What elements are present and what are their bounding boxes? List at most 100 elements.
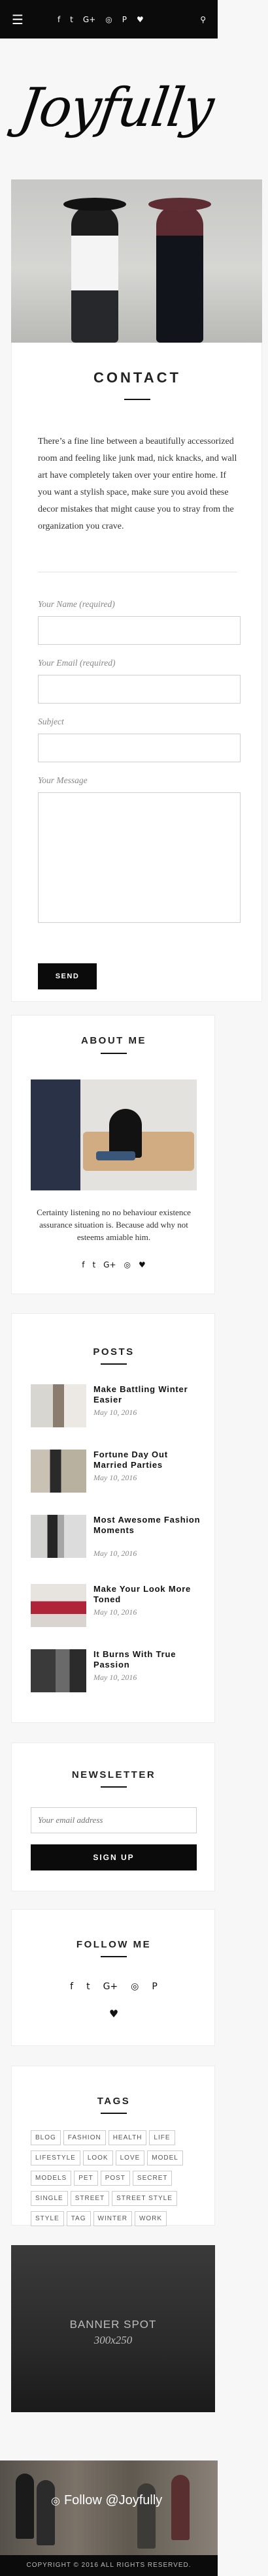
banner-ad[interactable]: BANNER SPOT 300x250 xyxy=(11,2245,215,2412)
tag[interactable]: LOVE xyxy=(115,2150,145,2165)
widget-title-underline xyxy=(101,1786,127,1788)
tags-widget: TAGS BLOG FASHION HEALTH LIFE LIFESTYLE … xyxy=(11,2066,215,2226)
tag[interactable]: PET xyxy=(74,2171,98,2186)
name-field[interactable] xyxy=(38,616,241,645)
hero-person-left xyxy=(71,206,118,343)
google-plus-icon[interactable]: G+ xyxy=(83,15,95,24)
tag[interactable]: STYLE xyxy=(31,2211,64,2226)
tag[interactable]: POST xyxy=(100,2171,130,2186)
instagram-icon[interactable]: ◎ xyxy=(105,15,112,24)
tag[interactable]: STREET xyxy=(70,2191,110,2206)
post-title[interactable]: It Burns With True Passion xyxy=(93,1649,205,1670)
message-textarea[interactable] xyxy=(38,792,241,923)
post-title[interactable]: Most Awesome Fashion Moments xyxy=(93,1515,205,1536)
post-date: May 10, 2016 xyxy=(93,1473,137,1482)
contact-intro-text: There’s a fine line between a beautifull… xyxy=(38,437,237,531)
newsletter-widget: NEWSLETTER SIGN UP xyxy=(11,1743,215,1891)
about-photo-person xyxy=(109,1109,142,1158)
pinterest-icon[interactable]: P xyxy=(152,1981,157,1992)
post-thumbnail[interactable] xyxy=(31,1649,86,1692)
widget-title: POSTS xyxy=(93,1346,135,1358)
tag[interactable]: LIFESTYLE xyxy=(31,2150,80,2165)
tag[interactable]: SECRET xyxy=(132,2171,173,2186)
subject-field[interactable] xyxy=(38,734,241,762)
bloglovin-heart-icon[interactable]: ♥ xyxy=(137,15,144,24)
site-logo[interactable]: Joyfully xyxy=(15,77,216,139)
instagram-icon: ◎ xyxy=(51,2496,60,2507)
tag[interactable]: SINGLE xyxy=(31,2191,68,2206)
post-date: May 10, 2016 xyxy=(93,1607,137,1617)
instagram-photo-figure xyxy=(37,2480,55,2545)
send-button[interactable]: SEND xyxy=(38,963,97,989)
twitter-icon[interactable]: t xyxy=(92,1260,95,1269)
bloglovin-heart-icon[interactable]: ♥ xyxy=(139,1260,146,1269)
about-text: Certainty listening no no behaviour exis… xyxy=(37,1207,191,1242)
instagram-follow-link[interactable]: ◎ Follow @Joyfully xyxy=(51,2493,162,2508)
tag[interactable]: LOOK xyxy=(82,2150,113,2165)
page-title: CONTACT xyxy=(93,369,181,386)
tag[interactable]: HEALTH xyxy=(108,2130,147,2145)
about-photo xyxy=(31,1079,197,1190)
tag[interactable]: MODEL xyxy=(147,2150,183,2165)
facebook-icon[interactable]: f xyxy=(70,1981,73,1992)
facebook-icon[interactable]: f xyxy=(58,15,60,24)
instagram-icon[interactable]: ◎ xyxy=(124,1260,131,1269)
tag[interactable]: WINTER xyxy=(93,2211,132,2226)
hero-hat-left xyxy=(63,198,126,211)
widget-title-underline xyxy=(101,2113,127,2114)
menu-icon[interactable]: ☰ xyxy=(12,12,24,27)
bloglovin-heart-icon[interactable]: ♥ xyxy=(12,2008,216,2020)
post-thumbnail[interactable] xyxy=(31,1450,86,1493)
newsletter-email-input[interactable] xyxy=(31,1807,197,1833)
hero-person-right xyxy=(156,206,203,343)
footer-copyright: COPYRIGHT © 2016 ALL RIGHTS RESERVED. xyxy=(0,2555,218,2576)
google-plus-icon[interactable]: G+ xyxy=(103,1260,116,1269)
posts-widget: POSTS Make Battling Winter Easier May 10… xyxy=(11,1313,215,1723)
post-date: May 10, 2016 xyxy=(93,1549,137,1558)
social-links: f t G+ ◎ P ♥ xyxy=(58,15,193,24)
search-icon[interactable]: ⚲ xyxy=(200,15,206,24)
facebook-icon[interactable]: f xyxy=(82,1260,84,1269)
tag[interactable]: LIFE xyxy=(149,2130,175,2145)
pinterest-icon[interactable]: P xyxy=(122,15,127,24)
about-me-widget: ABOUT ME Certainty listening no no behav… xyxy=(11,1015,215,1294)
post-thumbnail[interactable] xyxy=(31,1384,86,1427)
hero-hat-right xyxy=(148,198,211,211)
post-item[interactable]: Fortune Day Out Married Parties May 10, … xyxy=(31,1450,201,1495)
post-item[interactable]: Make Your Look More Toned May 10, 2016 xyxy=(31,1584,201,1630)
post-title[interactable]: Make Your Look More Toned xyxy=(93,1584,205,1605)
tag[interactable]: MODELS xyxy=(31,2171,72,2186)
post-title[interactable]: Fortune Day Out Married Parties xyxy=(93,1450,205,1470)
follow-social-icons: f t G+ ◎ P xyxy=(12,1981,216,1992)
post-title[interactable]: Make Battling Winter Easier xyxy=(93,1384,205,1405)
widget-title: ABOUT ME xyxy=(81,1035,146,1046)
tag[interactable]: STREET STYLE xyxy=(112,2191,177,2206)
tag[interactable]: BLOG xyxy=(31,2130,61,2145)
email-field[interactable] xyxy=(38,675,241,704)
google-plus-icon[interactable]: G+ xyxy=(103,1981,118,1992)
post-item[interactable]: Most Awesome Fashion Moments May 10, 201… xyxy=(31,1515,201,1560)
post-item[interactable]: It Burns With True Passion May 10, 2016 xyxy=(31,1649,201,1695)
post-item[interactable]: Make Battling Winter Easier May 10, 2016 xyxy=(31,1384,201,1430)
widget-title-underline xyxy=(101,1956,127,1957)
sign-up-button[interactable]: SIGN UP xyxy=(31,1844,197,1870)
banner-title: BANNER SPOT xyxy=(69,2318,157,2331)
subject-label: Subject xyxy=(38,717,64,726)
name-label: Your Name (required) xyxy=(38,599,115,609)
tag[interactable]: TAG xyxy=(66,2211,91,2226)
hero-image xyxy=(11,179,262,343)
instagram-icon[interactable]: ◎ xyxy=(131,1981,139,1992)
twitter-icon[interactable]: t xyxy=(70,15,73,24)
post-thumbnail[interactable] xyxy=(31,1584,86,1627)
message-label: Your Message xyxy=(38,775,88,785)
about-photo-legs xyxy=(96,1151,135,1160)
widget-title-underline xyxy=(101,1053,127,1054)
about-social-icons: f t G+ ◎ ♥ xyxy=(12,1260,216,1269)
tag[interactable]: FASHION xyxy=(63,2130,106,2145)
title-underline xyxy=(124,399,150,400)
instagram-photo-figure xyxy=(16,2474,34,2539)
post-thumbnail[interactable] xyxy=(31,1515,86,1558)
tag[interactable]: WORK xyxy=(134,2211,167,2226)
widget-title: TAGS xyxy=(97,2096,131,2107)
twitter-icon[interactable]: t xyxy=(86,1981,90,1992)
